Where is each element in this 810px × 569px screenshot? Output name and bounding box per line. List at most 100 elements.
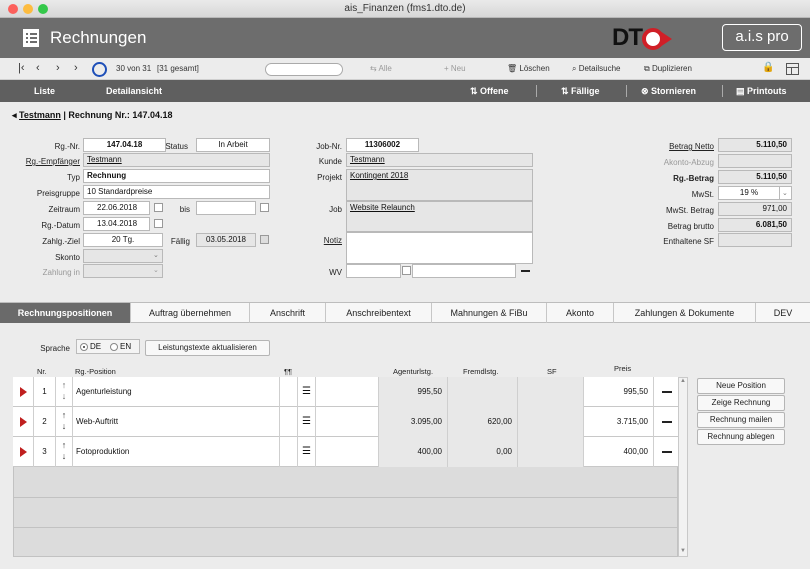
typ-field[interactable]: Rechnung	[83, 169, 270, 183]
nav-due-button[interactable]: ⇅ Fällige	[561, 86, 600, 97]
reorder-arrows-icon[interactable]: ↑ ↓	[55, 407, 72, 437]
typ-label: Typ	[67, 173, 80, 182]
rg-betrag-field: 5.110,50	[718, 170, 792, 184]
wv-field[interactable]	[346, 264, 401, 278]
preisgruppe-field[interactable]: 10 Standardpreise	[83, 185, 270, 199]
radio-en[interactable]	[110, 343, 118, 351]
tab-mahnungen[interactable]: Mahnungen & FiBu	[432, 303, 547, 323]
calendar-icon[interactable]	[154, 219, 163, 228]
job-field[interactable]: Website Relaunch	[346, 201, 533, 232]
tab-zahlungen[interactable]: Zahlungen & Dokumente	[614, 303, 756, 323]
search-input[interactable]	[265, 63, 343, 76]
new-position-button[interactable]: Neue Position	[697, 378, 785, 394]
reorder-arrows-icon[interactable]: ↑ ↓	[55, 437, 72, 467]
minimize-window-button[interactable]	[23, 4, 33, 14]
mwst-betrag-label: MwSt. Betrag	[665, 206, 714, 215]
delete-row-icon[interactable]	[662, 421, 672, 423]
breadcrumb-customer-link[interactable]: Testmann	[19, 110, 61, 120]
mwst-label: MwSt.	[691, 190, 714, 199]
tab-auftrag[interactable]: Auftrag übernehmen	[131, 303, 250, 323]
lock-icon[interactable]: 🔒	[762, 62, 774, 73]
tab-anschrift[interactable]: Anschrift	[250, 303, 326, 323]
detail-search-button[interactable]: ⌕ Detailsuche	[572, 64, 621, 74]
radio-de[interactable]	[80, 343, 88, 351]
table-row[interactable]: 1 ↑ ↓ Agenturleistung ☰ 995,50 995,50	[13, 377, 678, 407]
duplicate-button[interactable]: ⧉ Duplizieren	[644, 64, 692, 74]
radio-en-label: EN	[120, 342, 132, 351]
empfaenger-field[interactable]: Testmann	[83, 153, 270, 167]
update-texts-button[interactable]: Leistungstexte aktualisieren	[145, 340, 270, 356]
skonto-select[interactable]	[83, 249, 163, 263]
nav-open-button[interactable]: ⇅ Offene	[470, 86, 509, 97]
empfaenger-label[interactable]: Rg.-Empfänger	[10, 157, 80, 166]
new-record-button[interactable]: + Neu	[444, 64, 466, 73]
preisgruppe-label: Preisgruppe	[36, 189, 80, 198]
row-nr: 1	[33, 377, 55, 407]
mwst-select[interactable]: 19 %	[718, 186, 780, 200]
row-expand-arrow-icon[interactable]	[20, 387, 27, 397]
chevron-down-icon: ⌄	[153, 267, 159, 274]
reorder-arrows-icon[interactable]: ↑ ↓	[55, 377, 72, 407]
calendar-icon[interactable]	[402, 266, 411, 275]
tab-rechnungspositionen[interactable]: Rechnungspositionen	[0, 303, 131, 323]
bis-field[interactable]	[196, 201, 256, 215]
ziel-field[interactable]: 20 Tg.	[83, 233, 163, 247]
zahlung-in-select[interactable]	[83, 264, 163, 278]
back-arrow-icon[interactable]: ◂	[12, 110, 17, 120]
delete-button[interactable]: 🗑 Löschen	[507, 64, 550, 73]
nav-detail[interactable]: Detailansicht	[106, 86, 162, 96]
row-expand-arrow-icon[interactable]	[20, 447, 27, 457]
table-row[interactable]: 2 ↑ ↓ Web-Auftritt ☰ 3.095,00 620,00 3.71…	[13, 407, 678, 437]
tab-dev[interactable]: DEV	[756, 303, 810, 323]
list-icon[interactable]: ☰	[297, 437, 315, 467]
row-text[interactable]: Fotoproduktion	[72, 437, 279, 467]
nav-cancel-button[interactable]: ⊗ Stornieren	[641, 86, 696, 97]
calendar-icon[interactable]	[154, 203, 163, 212]
show-invoice-button[interactable]: Zeige Rechnung	[697, 395, 785, 411]
tab-anschreibentext[interactable]: Anschreibentext	[326, 303, 432, 323]
notiz-label[interactable]: Notiz	[290, 236, 342, 245]
show-all-button[interactable]: ⇆ Alle	[370, 64, 392, 73]
col-fremd: Fremdlstg.	[463, 367, 499, 376]
close-window-button[interactable]	[8, 4, 18, 14]
projekt-field[interactable]: Kontingent 2018	[346, 169, 533, 201]
status-field[interactable]: In Arbeit	[196, 138, 270, 152]
job-nr-field[interactable]: 11306002	[346, 138, 419, 152]
notiz-field[interactable]	[346, 232, 533, 264]
nav-list[interactable]: Liste	[34, 86, 55, 96]
netto-label[interactable]: Betrag Netto	[630, 142, 714, 151]
zoom-window-button[interactable]	[38, 4, 48, 14]
wv-note-field[interactable]	[412, 264, 516, 278]
ziel-label: Zahlg.-Ziel	[42, 237, 80, 246]
record-info: 30 von 31	[116, 64, 152, 73]
row-text[interactable]: Agenturleistung	[72, 377, 279, 407]
delete-row-icon[interactable]	[662, 391, 672, 393]
first-record-icon[interactable]: |‹	[18, 62, 25, 74]
row-text[interactable]: Web-Auftritt	[72, 407, 279, 437]
wv-label: WV	[329, 268, 342, 277]
table-row[interactable]: 3 ↑ ↓ Fotoproduktion ☰ 400,00 0,00 400,00	[13, 437, 678, 467]
list-icon[interactable]: ☰	[297, 377, 315, 407]
app-header: Rechnungen DT a.i.s pro	[0, 18, 810, 58]
delete-row-icon[interactable]	[662, 451, 672, 453]
file-invoice-button[interactable]: Rechnung ablegen	[697, 429, 785, 445]
row-agentur: 3.095,00	[378, 407, 447, 437]
row-expand-arrow-icon[interactable]	[20, 417, 27, 427]
kunde-field[interactable]: Testmann	[346, 153, 533, 167]
table-scrollbar[interactable]: ▲ ▼	[678, 377, 688, 557]
toolbar: |‹ ‹ › › 30 von 31 [31 gesamt] ⇆ Alle + …	[0, 58, 810, 80]
layout-icon[interactable]	[786, 63, 799, 75]
mwst-dropdown[interactable]: ⌄	[779, 186, 792, 200]
zeitraum-field[interactable]: 22.06.2018	[83, 201, 150, 215]
nav-printouts-button[interactable]: ▤ Printouts	[736, 86, 787, 97]
last-record-icon[interactable]: ›	[74, 62, 78, 74]
next-record-icon[interactable]: ›	[56, 62, 60, 74]
mail-invoice-button[interactable]: Rechnung mailen	[697, 412, 785, 428]
previous-record-icon[interactable]: ‹	[36, 62, 40, 74]
list-icon[interactable]: ☰	[297, 407, 315, 437]
calendar-icon[interactable]	[260, 203, 269, 212]
tab-akonto[interactable]: Akonto	[547, 303, 614, 323]
datum-field[interactable]: 13.04.2018	[83, 217, 150, 231]
minus-icon[interactable]	[521, 270, 530, 272]
rg-betrag-label: Rg.-Betrag	[673, 174, 714, 183]
